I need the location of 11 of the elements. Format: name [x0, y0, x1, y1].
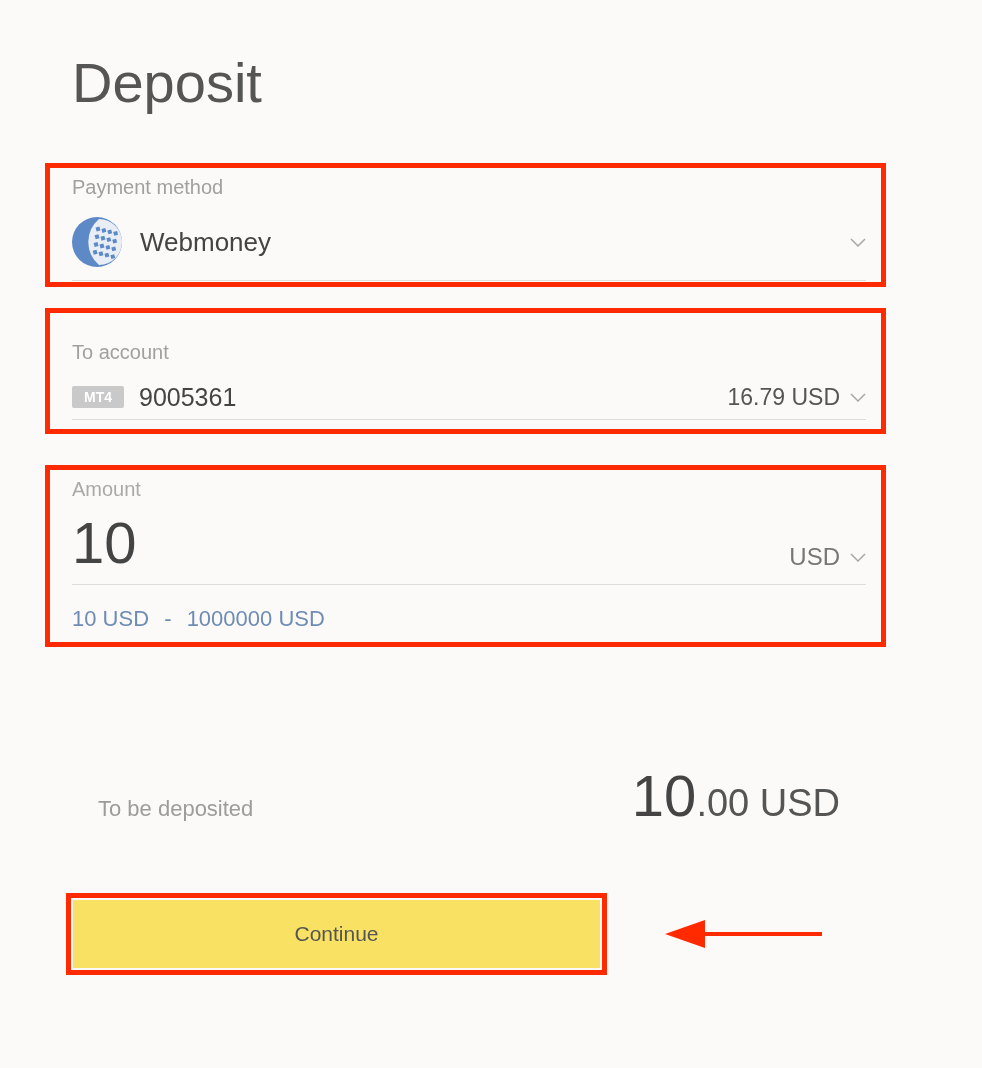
chevron-down-icon	[850, 392, 866, 402]
deposit-total: 10.00 USD	[631, 764, 840, 830]
globe-icon	[72, 217, 122, 267]
deposit-label: To be deposited	[98, 796, 254, 822]
amount-input-field[interactable]: Amount 10	[72, 478, 790, 585]
amount-range-text: 10 USD - 1000000 USD	[72, 607, 326, 631]
continue-button[interactable]: Continue	[73, 900, 600, 968]
payment-method-dropdown[interactable]: Payment method Webmoney	[72, 175, 866, 281]
currency-dropdown[interactable]: USD	[789, 543, 866, 585]
chevron-down-icon	[850, 237, 866, 247]
chevron-down-icon	[850, 552, 866, 562]
